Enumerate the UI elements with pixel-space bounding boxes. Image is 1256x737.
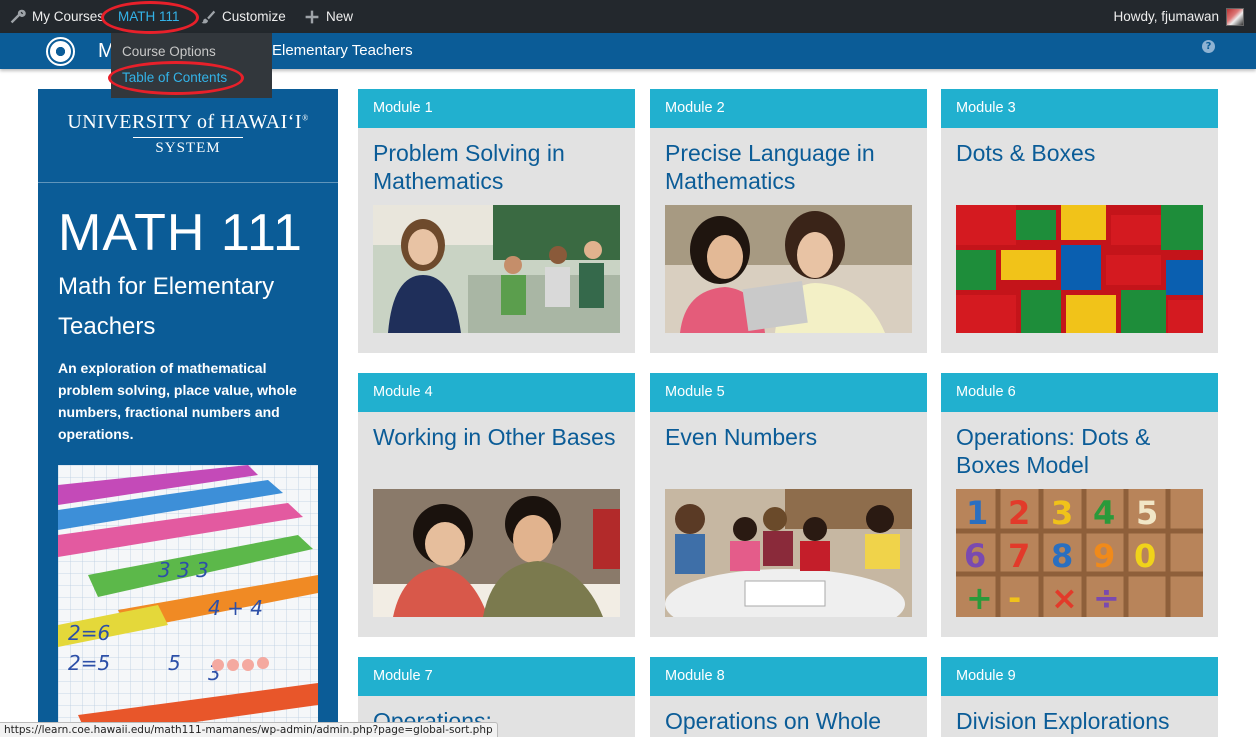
svg-text:1: 1 [966,494,988,532]
uh-system-logo: UNIVERSITY of HAWAIʻI® SYSTEM [38,111,338,157]
module-label: Module 8 [650,657,927,696]
svg-text:-: - [1008,579,1021,617]
svg-text:2=5: 2=5 [68,651,110,675]
module-label: Module 2 [650,89,927,128]
kids-studying-image [373,489,620,617]
module-title[interactable]: Precise Language in Mathematics [665,139,920,195]
module-title[interactable]: Working in Other Bases [373,423,628,451]
wooden-numbers-image: 1 2 3 4 5 6 7 8 9 0 + - × ÷ [956,489,1203,617]
plus-icon [305,10,319,23]
classroom-group-image [665,489,912,617]
module-label: Module 7 [358,657,635,696]
module-card-6[interactable]: Module 6 Operations: Dots & Boxes Model … [941,373,1218,637]
colored-pencils-image: 3 3 3 4 + 4 2=6 2=5 5 3 [58,465,318,737]
module-label: Module 5 [650,373,927,412]
course-description: An exploration of mathematical problem s… [58,360,297,442]
howdy-label: Howdy, fjumawan [1113,9,1219,24]
svg-text:7: 7 [1008,537,1030,575]
wrench-icon [10,9,26,23]
module-title[interactable]: Dots & Boxes [956,139,1211,167]
course-dropdown: Course Options Table of Contents [111,33,272,98]
uh-seal-logo[interactable] [44,35,77,68]
module-label: Module 4 [358,373,635,412]
svg-text:5: 5 [168,651,181,675]
svg-text:2=6: 2=6 [68,621,110,645]
module-card-4[interactable]: Module 4 Working in Other Bases [358,373,635,637]
module-label: Module 1 [358,89,635,128]
svg-text:4: 4 [1093,494,1115,532]
course-code: MATH 111 [58,204,303,262]
svg-text:+: + [966,579,993,617]
account-menu[interactable]: Howdy, fjumawan [1113,0,1244,33]
my-courses-label: My Courses [32,9,105,24]
site-title-rest: Elementary Teachers [272,42,413,59]
new-content-menu[interactable]: New [304,0,353,33]
svg-text:9: 9 [1093,537,1115,575]
teacher-classroom-image [373,205,620,333]
module-title[interactable]: Even Numbers [665,423,920,451]
course-options-link[interactable]: Course Options [122,44,216,59]
svg-text:0: 0 [1134,537,1156,575]
paintbrush-icon [201,10,216,23]
svg-text:2: 2 [1008,494,1030,532]
module-card-8[interactable]: Module 8 Operations on Whole [650,657,927,737]
admin-bar: My Courses MATH 111 Customize New Howdy,… [0,0,1256,33]
svg-text:×: × [1051,579,1078,617]
module-label: Module 3 [941,89,1218,128]
uh-logo-system: SYSTEM [133,137,243,157]
current-course-label: MATH 111 [118,9,180,24]
svg-text:3: 3 [1051,494,1073,532]
module-label: Module 6 [941,373,1218,412]
svg-text:5: 5 [1136,494,1158,532]
svg-text:6: 6 [964,537,986,575]
module-title[interactable]: Operations on Whole [665,707,920,735]
module-card-2[interactable]: Module 2 Precise Language in Mathematics [650,89,927,353]
lego-bricks-image [956,205,1203,333]
course-title: Math for Elementary Teachers [58,273,275,340]
module-title[interactable]: Division Explorations [956,707,1211,735]
module-title[interactable]: Operations: Dots & Boxes Model [956,423,1211,479]
avatar [1226,7,1244,26]
module-label: Module 9 [941,657,1218,696]
module-card-5[interactable]: Module 5 Even Numbers [650,373,927,637]
module-card-1[interactable]: Module 1 Problem Solving in Mathematics [358,89,635,353]
customize-label: Customize [222,9,286,24]
svg-text:3 3 3: 3 3 3 [158,558,209,582]
module-card-9[interactable]: Module 9 Division Explorations [941,657,1218,737]
current-course-menu[interactable]: MATH 111 [118,0,180,33]
module-card-3[interactable]: Module 3 Dots & Boxes [941,89,1218,353]
svg-text:4 + 4: 4 + 4 [208,596,263,620]
uh-logo-name: UNIVERSITY of HAWAIʻI [67,111,303,133]
browser-status-bar: https://learn.coe.hawaii.edu/math111-mam… [0,722,498,737]
table-of-contents-link[interactable]: Table of Contents [122,70,227,85]
girl-tablet-image [665,205,912,333]
svg-text:÷: ÷ [1093,579,1120,617]
course-sidebar: UNIVERSITY of HAWAIʻI® SYSTEM MATH 111 M… [38,89,338,737]
sidebar-divider [38,182,338,183]
customize-link[interactable]: Customize [200,0,286,33]
help-icon[interactable]: ? [1202,40,1215,53]
my-courses-menu[interactable]: My Courses [8,0,104,33]
module-title[interactable]: Problem Solving in Mathematics [373,139,628,195]
new-label: New [326,9,354,24]
uh-logo-reg: ® [302,113,309,123]
svg-text:8: 8 [1051,537,1073,575]
